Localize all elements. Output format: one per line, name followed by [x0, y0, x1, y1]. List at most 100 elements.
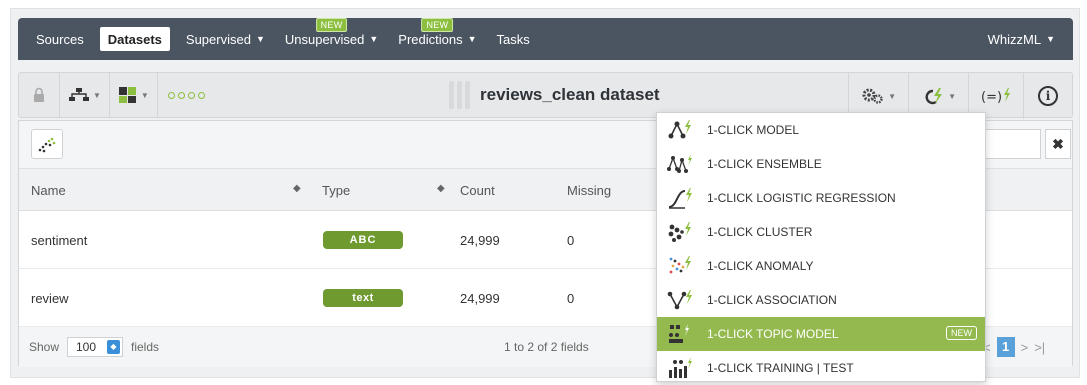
svg-text:(=): (=)	[981, 90, 1002, 105]
close-icon: ✖	[1052, 135, 1064, 152]
sort-icon[interactable]: ◆	[293, 183, 301, 194]
dot	[187, 91, 195, 99]
new-badge: NEW	[421, 18, 454, 32]
column-header-count[interactable]: Count	[460, 169, 495, 211]
model-icon	[667, 119, 693, 141]
nav-tasks[interactable]: Tasks	[487, 18, 540, 60]
menu-item-cluster[interactable]: 1-CLICK CLUSTER	[657, 215, 985, 249]
cluster-icon	[667, 221, 693, 243]
spinner-icon: ◆	[107, 340, 120, 354]
dataset-title: reviews_clean dataset	[480, 85, 660, 104]
nav-predictions[interactable]: NEW Predictions ▼	[388, 18, 486, 60]
nav-label: Datasets	[107, 31, 162, 47]
nav-label: WhizzML	[987, 31, 1042, 47]
nav-label: Predictions	[398, 31, 463, 47]
new-badge: NEW	[315, 18, 348, 32]
menu-item-label: 1-CLICK MODEL	[707, 123, 800, 137]
one-click-menu: 1-CLICK MODEL 1-CLICK ENSEMBLE 1-CLICK L…	[656, 112, 986, 382]
caret-down-icon: ▼	[255, 34, 265, 44]
nav-supervised[interactable]: Supervised ▼	[176, 18, 275, 60]
progress-dots	[158, 91, 215, 99]
dataset-bars-icon	[449, 81, 470, 109]
range-label: 1 to 2 of 2 fields	[504, 340, 589, 354]
pagination: < 1 > >|	[983, 337, 1045, 357]
missing-cell: 0	[567, 290, 575, 306]
next-page-icon[interactable]: >	[1021, 340, 1029, 355]
caret-down-icon: ▼	[948, 91, 956, 101]
new-badge: NEW	[946, 326, 977, 340]
menu-item-label: 1-CLICK LOGISTIC REGRESSION	[707, 191, 896, 205]
dot	[197, 91, 205, 99]
column-header-type[interactable]: Type	[322, 169, 350, 211]
top-nav: Sources Datasets Supervised ▼ NEW Unsupe…	[18, 18, 1073, 60]
nav-label: Unsupervised	[284, 31, 365, 47]
nav-label: Supervised	[185, 31, 251, 47]
tree-icon	[69, 88, 89, 101]
info-button[interactable]: i	[1023, 73, 1072, 119]
type-cell: ABC	[323, 211, 403, 269]
menu-item-label: 1-CLICK TOPIC MODEL	[707, 327, 839, 341]
menu-item-association[interactable]: 1-CLICK ASSOCIATION	[657, 283, 985, 317]
nav-label: Sources	[36, 31, 84, 47]
logistic-regression-icon	[667, 187, 693, 209]
menu-item-training-test[interactable]: 1-CLICK TRAINING | TEST	[657, 351, 985, 385]
gears-icon	[862, 88, 883, 104]
scatterplot-icon	[38, 137, 56, 153]
scatterplot-button[interactable]	[31, 129, 63, 159]
nav-datasets[interactable]: Datasets	[99, 27, 170, 51]
toolbar-actions: ▼ ▼ (=) i	[848, 73, 1072, 119]
menu-item-label: 1-CLICK ENSEMBLE	[707, 157, 822, 171]
caret-down-icon: ▼	[369, 34, 379, 44]
info-icon: i	[1038, 86, 1058, 106]
lock-icon	[34, 87, 44, 102]
title-area: reviews_clean dataset	[449, 73, 660, 117]
lock-button[interactable]	[19, 72, 60, 118]
caret-down-icon: ▼	[93, 90, 101, 100]
tree-view-button[interactable]: ▼	[60, 72, 110, 118]
count-cell: 24,999	[460, 232, 500, 248]
anomaly-icon	[667, 255, 693, 277]
column-header-name[interactable]: Name	[31, 169, 66, 211]
menu-item-ensemble[interactable]: 1-CLICK ENSEMBLE	[657, 147, 985, 181]
nav-sources[interactable]: Sources	[26, 18, 94, 60]
field-types-button[interactable]: ▼	[110, 72, 158, 118]
menu-item-topic-model[interactable]: 1-CLICK TOPIC MODEL NEW	[657, 317, 985, 351]
field-name: sentiment	[31, 232, 88, 248]
menu-item-label: 1-CLICK ANOMALY	[707, 259, 814, 273]
search-input[interactable]	[985, 129, 1041, 159]
menu-item-label: 1-CLICK TRAINING | TEST	[707, 361, 854, 375]
dot	[177, 91, 185, 99]
nav-unsupervised[interactable]: NEW Unsupervised ▼	[275, 18, 388, 60]
menu-item-logistic-regression[interactable]: 1-CLICK LOGISTIC REGRESSION	[657, 181, 985, 215]
topic-model-icon	[667, 323, 693, 345]
caret-down-icon: ▼	[888, 91, 897, 101]
show-label: Show	[29, 340, 60, 354]
current-page[interactable]: 1	[996, 337, 1015, 357]
menu-item-label: 1-CLICK ASSOCIATION	[707, 293, 837, 307]
menu-item-model[interactable]: 1-CLICK MODEL	[657, 113, 985, 147]
page-size-value: 100	[76, 340, 97, 354]
sort-icon[interactable]: ◆	[437, 183, 445, 194]
missing-cell: 0	[567, 232, 575, 248]
dot	[167, 91, 175, 99]
type-cell: text	[323, 269, 403, 327]
field-name: review	[31, 290, 69, 306]
column-header-missing[interactable]: Missing	[567, 169, 611, 211]
caret-down-icon: ▼	[1046, 34, 1055, 44]
nav-label: Tasks	[496, 31, 530, 47]
nav-whizzml[interactable]: WhizzML ▼	[978, 18, 1065, 60]
one-click-icon	[925, 88, 943, 105]
type-badge: text	[323, 289, 403, 307]
flatline-icon: (=)	[981, 88, 1010, 105]
count-cell: 24,999	[460, 290, 500, 306]
type-badge: ABC	[323, 231, 403, 249]
clear-search-button[interactable]: ✖	[1045, 129, 1071, 159]
menu-item-anomaly[interactable]: 1-CLICK ANOMALY	[657, 249, 985, 283]
page-size-select[interactable]: 100 ◆	[67, 337, 123, 357]
caret-down-icon: ▼	[140, 90, 149, 100]
last-page-icon[interactable]: >|	[1034, 340, 1045, 355]
training-test-icon	[667, 357, 693, 379]
caret-down-icon: ▼	[467, 34, 477, 44]
field-types-icon	[118, 87, 136, 103]
ensemble-icon	[667, 153, 693, 175]
